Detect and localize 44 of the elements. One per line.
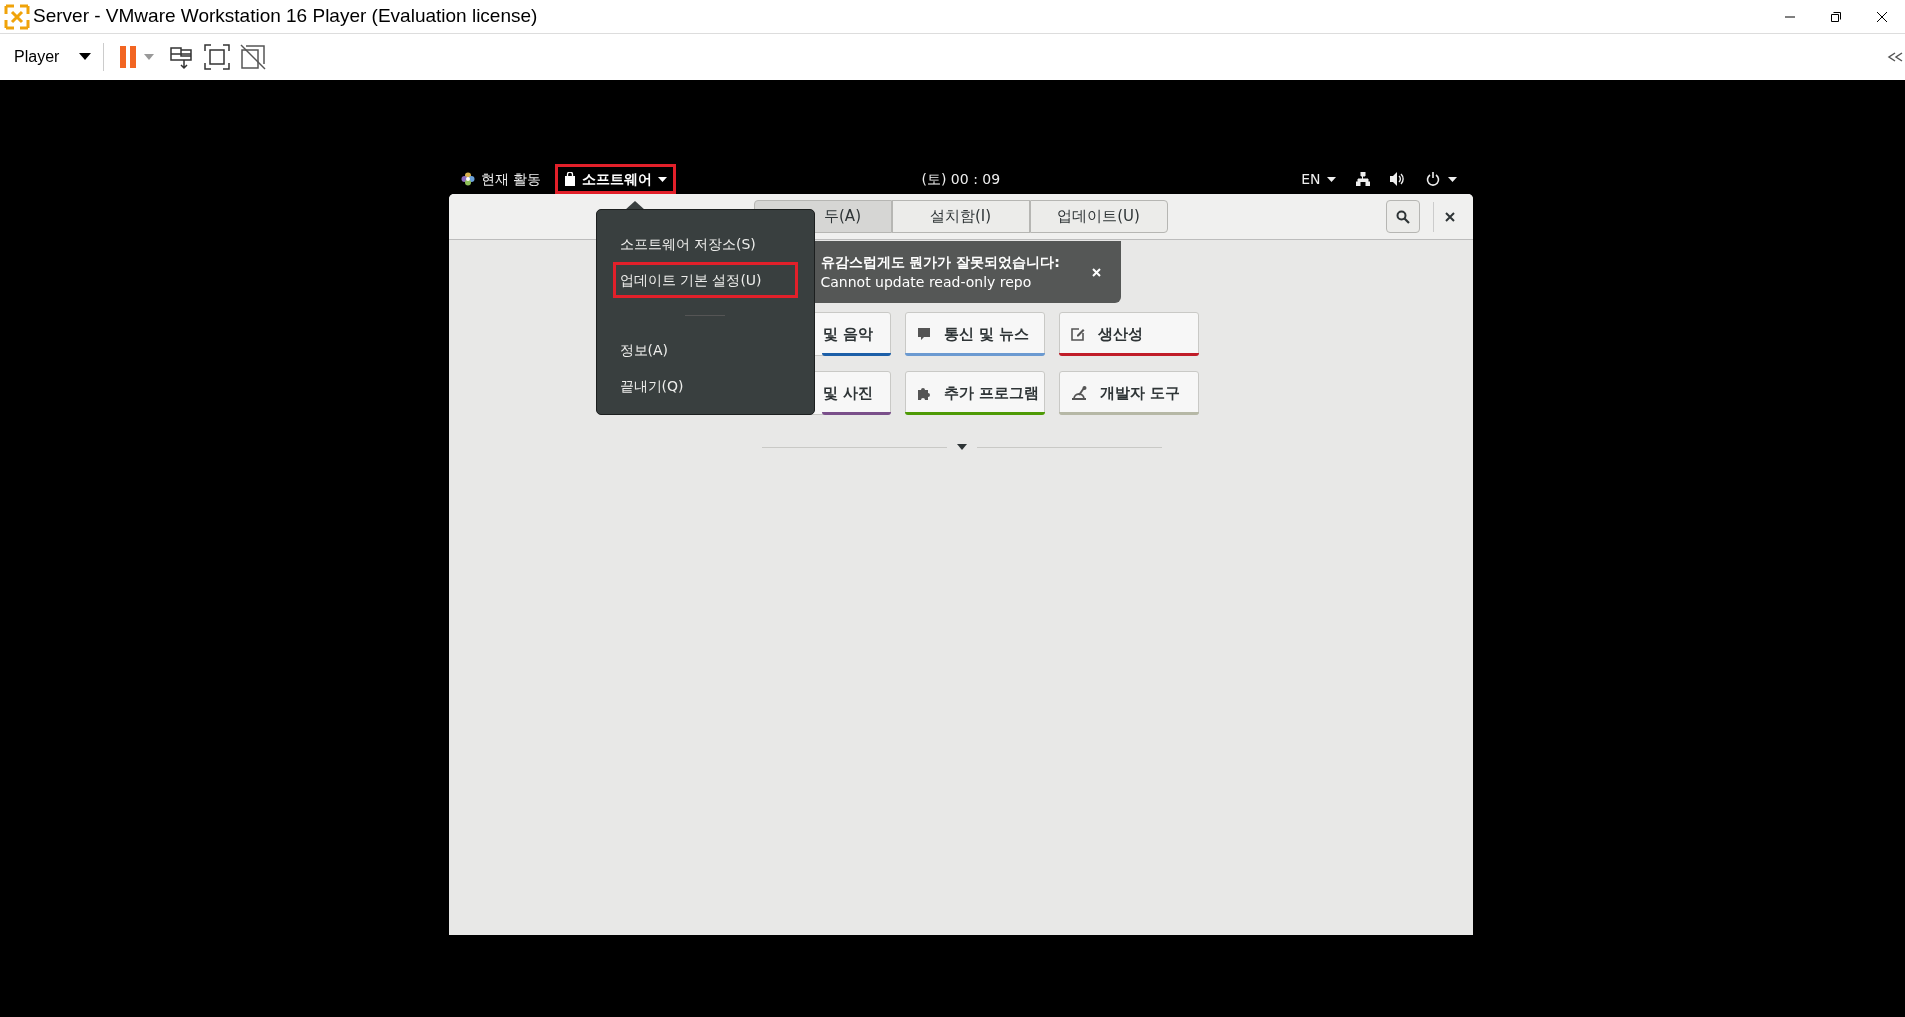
close-icon	[1444, 212, 1455, 222]
restore-icon	[1830, 10, 1842, 23]
caret-icon[interactable]	[144, 54, 155, 60]
activities-button[interactable]: 현재 활동	[480, 168, 541, 190]
category-button[interactable]: 생산성	[1058, 312, 1199, 356]
speech-bubble-icon	[915, 326, 932, 342]
chevron-left-icon[interactable]	[1887, 52, 1903, 62]
app-logo-icon	[4, 3, 30, 30]
expand-icon[interactable]	[956, 444, 967, 450]
volume-icon[interactable]	[1389, 172, 1406, 186]
input-source-menu[interactable]: EN	[1301, 168, 1336, 190]
app-menu-button[interactable]: 소프트웨어	[554, 164, 676, 194]
send-keys-icon[interactable]	[168, 44, 195, 70]
category-button[interactable]: 통신 및 뉴스	[904, 312, 1045, 356]
player-menu[interactable]: Player	[14, 45, 92, 69]
caret-icon	[1326, 176, 1336, 182]
category-button[interactable]: 개발자 도구	[1058, 371, 1199, 415]
caret-icon	[79, 53, 92, 61]
caret-icon	[1447, 176, 1457, 182]
power-menu[interactable]	[1425, 172, 1457, 186]
window-title: Server - VMware Workstation 16 Player (Evaluation license)	[33, 4, 538, 29]
flower-icon	[460, 172, 475, 186]
clock[interactable]: (토) 00 : 09	[921, 168, 1001, 190]
power-icon	[1425, 172, 1440, 186]
close-icon	[1876, 10, 1888, 23]
category-button[interactable]: 추가 프로그램	[904, 371, 1045, 415]
edit-icon	[1069, 326, 1086, 342]
caret-icon	[657, 176, 667, 182]
pause-button[interactable]	[120, 46, 137, 68]
search-button[interactable]	[1385, 200, 1420, 233]
fullscreen-icon[interactable]	[204, 44, 231, 70]
unity-icon[interactable]	[240, 44, 267, 70]
search-icon	[1395, 209, 1410, 224]
wrench-icon	[1069, 385, 1088, 401]
tab[interactable]: 설치함(I)	[891, 200, 1030, 233]
notification-message: Cannot update read-only repo	[820, 273, 1033, 292]
network-icon[interactable]	[1355, 172, 1370, 186]
close-button[interactable]	[1442, 210, 1457, 224]
tab[interactable]: 업데이트(U)	[1029, 200, 1168, 233]
menu-item[interactable]: 업데이트 기본 설정(U)	[612, 262, 798, 298]
puzzle-icon	[915, 385, 932, 401]
close-icon[interactable]	[1091, 267, 1101, 277]
notification-title: 유감스럽게도 뭔가가 잘못되었습니다:	[820, 253, 1060, 272]
shopping-bag-icon	[563, 172, 576, 186]
